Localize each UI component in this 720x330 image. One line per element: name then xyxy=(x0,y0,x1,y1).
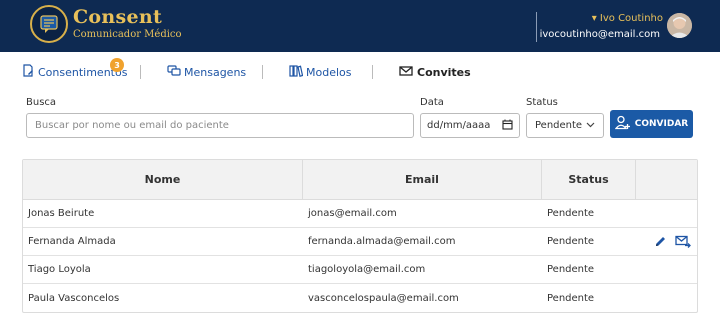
invite-button[interactable]: CONVIDAR xyxy=(610,110,693,138)
chevron-down-icon xyxy=(586,120,595,131)
column-header-actions xyxy=(636,160,697,199)
column-header-status: Status xyxy=(542,160,636,199)
cell-status: Pendente xyxy=(547,208,595,219)
column-header-email: Email xyxy=(303,160,542,199)
tab-label: Mensagens xyxy=(184,66,247,79)
user-menu-toggle[interactable]: ▾ Ivo Coutinho xyxy=(592,13,663,24)
cell-actions xyxy=(636,256,697,283)
cell-actions xyxy=(636,200,697,227)
status-label: Status xyxy=(526,97,558,108)
cell-name: Tiago Loyola xyxy=(28,264,91,275)
chat-icon xyxy=(167,64,181,81)
cell-actions xyxy=(636,228,697,255)
tab-separator xyxy=(262,65,263,79)
nav-tabs: Consentimentos Mensagens Modelos Convite… xyxy=(0,56,720,88)
cell-name: Fernanda Almada xyxy=(28,236,116,247)
cell-actions xyxy=(636,284,697,312)
app-logo-title: Consent xyxy=(73,6,163,28)
cell-email: fernanda.almada@email.com xyxy=(308,236,456,247)
cell-email: jonas@email.com xyxy=(308,208,397,219)
document-edit-icon xyxy=(21,64,35,81)
tab-separator xyxy=(372,65,373,79)
date-input[interactable]: dd/mm/aaaa xyxy=(420,113,520,138)
cell-email: tiagoloyola@email.com xyxy=(308,264,426,275)
tab-convites[interactable]: Convites xyxy=(399,64,471,81)
avatar[interactable] xyxy=(667,13,692,38)
status-select-value: Pendente xyxy=(535,120,583,131)
table-row: Jonas Beirute jonas@email.com Pendente xyxy=(23,200,697,228)
date-value: dd/mm/aaaa xyxy=(427,120,491,131)
edit-icon[interactable] xyxy=(654,235,667,248)
user-email: ivocoutinho@email.com xyxy=(539,29,660,40)
invites-table: Nome Email Status Jonas Beirute jonas@em… xyxy=(22,159,698,313)
cell-name: Paula Vasconcelos xyxy=(28,292,120,304)
column-header-name: Nome xyxy=(23,160,303,199)
table-row: Fernanda Almada fernanda.almada@email.co… xyxy=(23,228,697,256)
tab-mensagens[interactable]: Mensagens xyxy=(167,64,246,81)
invite-button-label: CONVIDAR xyxy=(634,119,689,129)
table-row: Tiago Loyola tiagoloyola@email.com Pende… xyxy=(23,256,697,284)
search-label: Busca xyxy=(26,97,57,108)
table-header: Nome Email Status xyxy=(23,160,697,200)
tab-label: Convites xyxy=(417,66,471,79)
app-header: Consent Comunicador Médico ▾ Ivo Coutinh… xyxy=(0,0,720,52)
date-label: Data xyxy=(420,97,444,108)
cell-status: Pendente xyxy=(547,236,595,247)
tab-label: Modelos xyxy=(306,66,352,79)
notification-badge: 3 xyxy=(110,58,124,72)
tab-modelos[interactable]: Modelos xyxy=(289,64,352,81)
app-logo-subtitle: Comunicador Médico xyxy=(73,29,182,40)
search-input[interactable] xyxy=(26,113,414,138)
resend-mail-icon[interactable] xyxy=(675,235,691,248)
cell-name: Jonas Beirute xyxy=(28,208,95,219)
add-user-icon xyxy=(614,115,631,133)
table-row: Paula Vasconcelos vasconcelospaula@email… xyxy=(23,284,697,312)
status-select[interactable]: Pendente xyxy=(526,113,604,138)
cell-status: Pendente xyxy=(547,292,595,304)
tab-separator xyxy=(140,65,141,79)
header-divider xyxy=(536,12,537,42)
logo-icon xyxy=(30,5,68,43)
cell-email: vasconcelospaula@email.com xyxy=(308,292,459,304)
books-icon xyxy=(289,64,304,81)
envelope-icon xyxy=(399,64,414,81)
calendar-icon[interactable] xyxy=(502,119,513,133)
cell-status: Pendente xyxy=(547,264,595,275)
